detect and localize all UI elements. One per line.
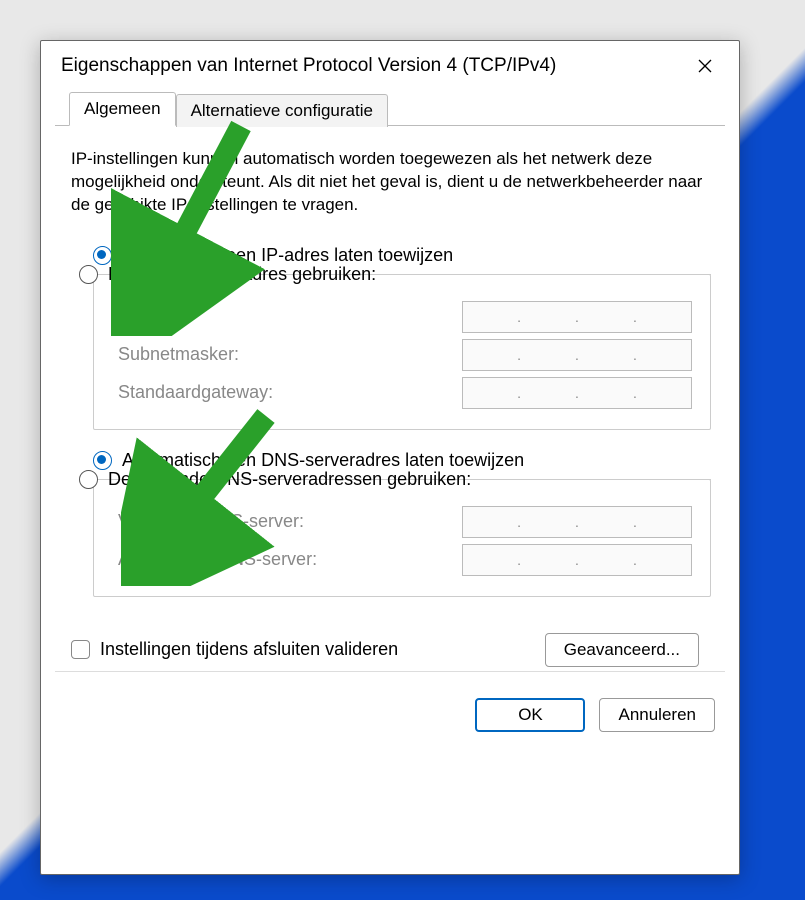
tab-alternative-config[interactable]: Alternatieve configuratie [176,94,388,127]
ok-button[interactable]: OK [475,698,585,732]
radio-dns-manual[interactable] [79,470,98,489]
preferred-dns-label: Voorkeurs-DNS-server: [118,511,304,532]
tab-general[interactable]: Algemeen [69,92,176,126]
radio-ip-manual[interactable] [79,265,98,284]
subnet-input[interactable]: ... [462,339,692,371]
validate-checkbox-row[interactable]: Instellingen tijdens afsluiten valideren [71,639,398,660]
preferred-dns-input[interactable]: ... [462,506,692,538]
alternate-dns-input[interactable]: ... [462,544,692,576]
cancel-button[interactable]: Annuleren [599,698,715,732]
dialog-title: Eigenschappen van Internet Protocol Vers… [61,55,556,77]
validate-advanced-row: Instellingen tijdens afsluiten valideren… [69,617,711,671]
ip-manual-fieldset: Het volgende IP-adres gebruiken: IP-adre… [93,274,711,430]
close-icon [697,58,713,74]
validate-checkbox[interactable] [71,640,90,659]
dialog-button-row: OK Annuleren [41,678,739,732]
ip-manual-row[interactable]: Het volgende IP-adres gebruiken: [79,264,376,285]
advanced-button[interactable]: Geavanceerd... [545,633,699,667]
dns-manual-row[interactable]: De volgende DNS-serveradressen gebruiken… [79,469,471,490]
ip-address-label: IP-adres: [118,306,191,327]
radio-dns-manual-label: De volgende DNS-serveradressen gebruiken… [108,469,471,490]
alternate-dns-label: Alternatieve DNS-server: [118,549,317,570]
gateway-label: Standaardgateway: [118,382,273,403]
ipv4-properties-dialog: Eigenschappen van Internet Protocol Vers… [40,40,740,875]
tabstrip: Algemeen Alternatieve configuratie [55,91,725,126]
subnet-label: Subnetmasker: [118,344,239,365]
radio-ip-manual-label: Het volgende IP-adres gebruiken: [108,264,376,285]
dialog-separator [55,671,725,672]
ip-description: IP-instellingen kunnen automatisch worde… [71,148,709,217]
tab-content-general: IP-instellingen kunnen automatisch worde… [41,126,739,671]
ip-address-input[interactable]: ... [462,301,692,333]
close-button[interactable] [689,50,721,82]
dns-manual-fieldset: De volgende DNS-serveradressen gebruiken… [93,479,711,597]
validate-label: Instellingen tijdens afsluiten valideren [100,639,398,660]
gateway-input[interactable]: ... [462,377,692,409]
titlebar: Eigenschappen van Internet Protocol Vers… [41,41,739,91]
